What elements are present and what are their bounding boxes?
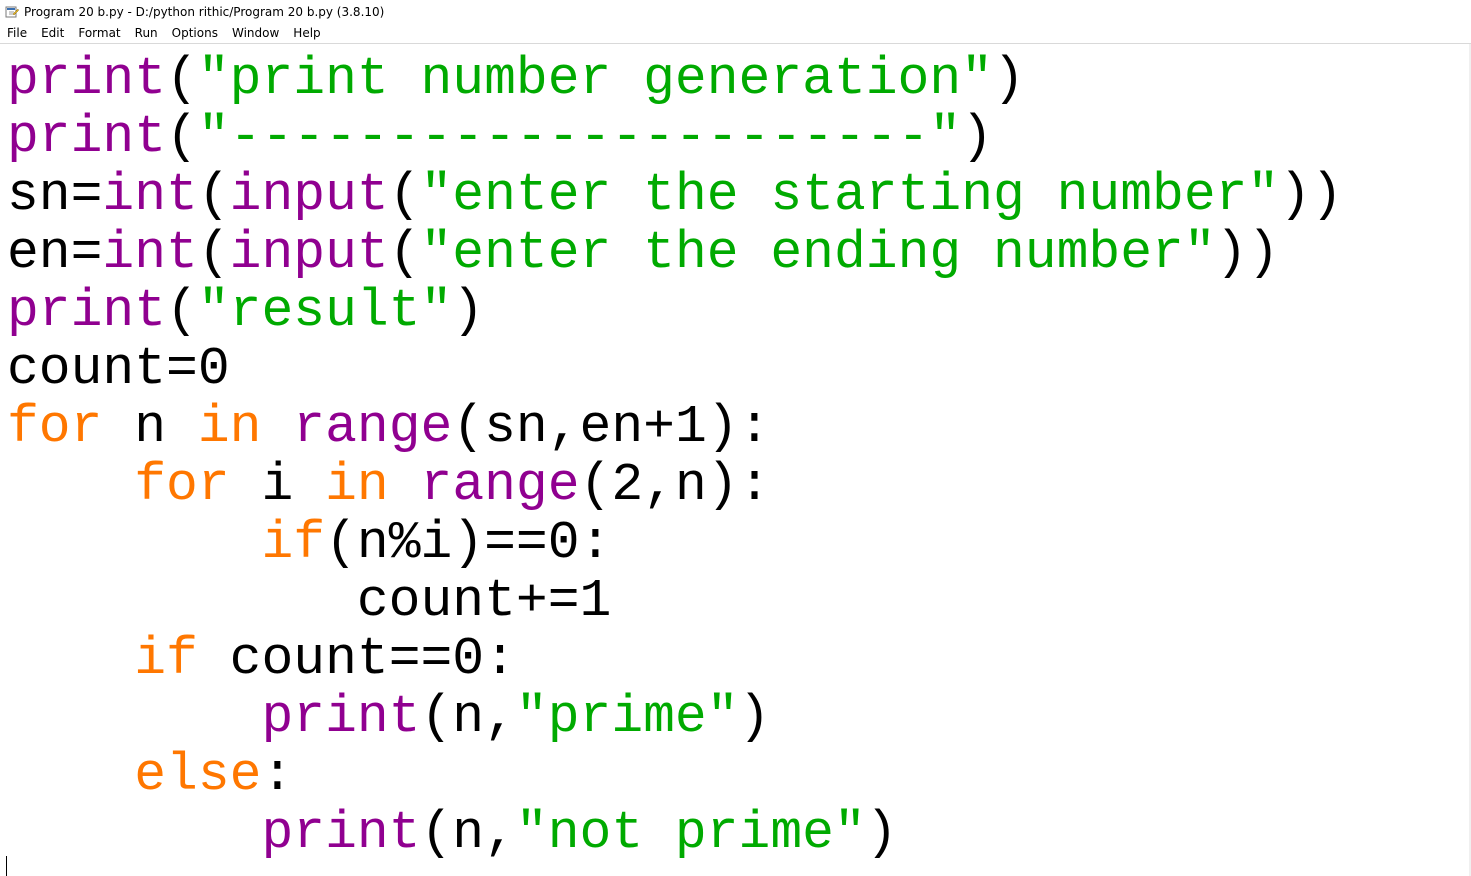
code-token-keyword: if	[261, 513, 326, 573]
code-token-default: (	[388, 223, 421, 283]
code-line[interactable]: count=0	[7, 340, 1343, 398]
code-token-keyword: for	[134, 455, 230, 515]
code-token-builtin: range	[293, 397, 453, 457]
code-text[interactable]: print("print number generation") print("-…	[7, 50, 1343, 862]
code-token-default: en=	[7, 223, 103, 283]
code-token-string: "print number generation"	[197, 49, 993, 109]
code-token-default: (	[388, 165, 421, 225]
window-title: Program 20 b.py - D:/python rithic/Progr…	[24, 4, 385, 19]
code-token-builtin: print	[261, 687, 421, 747]
code-token-builtin: int	[102, 223, 198, 283]
code-token-builtin: print	[7, 107, 167, 167]
code-token-keyword: in	[197, 397, 262, 457]
code-editor[interactable]: print("print number generation") print("-…	[0, 44, 1471, 876]
code-token-default: )	[738, 687, 771, 747]
code-token-builtin: input	[229, 223, 389, 283]
code-token-builtin: print	[7, 49, 167, 109]
code-line[interactable]: print(n,"prime")	[7, 688, 1343, 746]
code-line[interactable]: print("print number generation")	[7, 50, 1343, 108]
code-token-keyword: else	[134, 745, 262, 805]
menu-bar: File Edit Format Run Options Window Help	[0, 23, 1471, 44]
code-token-default	[7, 803, 261, 863]
code-line[interactable]: for n in range(sn,en+1):	[7, 398, 1343, 456]
code-line[interactable]: for i in range(2,n):	[7, 456, 1343, 514]
code-token-default	[261, 397, 293, 457]
code-token-default: (	[166, 281, 198, 341]
title-bar: Program 20 b.py - D:/python rithic/Progr…	[0, 0, 1471, 23]
menu-run[interactable]: Run	[128, 23, 165, 43]
code-token-default: (sn,en+1):	[452, 397, 771, 457]
code-token-default	[7, 455, 134, 515]
code-token-default	[7, 629, 134, 689]
code-token-default: (	[197, 165, 230, 225]
code-token-default	[7, 513, 261, 573]
code-token-builtin: print	[261, 803, 421, 863]
code-token-default: (n,	[420, 687, 516, 747]
code-token-default: n	[102, 397, 198, 457]
code-token-default: (	[166, 107, 198, 167]
code-token-default	[7, 687, 261, 747]
code-token-keyword: in	[325, 455, 389, 515]
code-token-default: i	[229, 455, 326, 515]
menu-edit[interactable]: Edit	[34, 23, 71, 43]
code-line[interactable]: print(n,"not prime")	[7, 804, 1343, 862]
code-token-default: ))	[1279, 165, 1343, 225]
code-line[interactable]: else:	[7, 746, 1343, 804]
code-token-default: (	[197, 223, 230, 283]
code-token-string: "----------------------"	[197, 107, 962, 167]
idle-editor-window: Program 20 b.py - D:/python rithic/Progr…	[0, 0, 1471, 876]
code-token-default	[389, 455, 421, 515]
code-token-default: (n%i)==0:	[325, 513, 612, 573]
text-cursor	[6, 856, 7, 876]
menu-file[interactable]: File	[0, 23, 34, 43]
code-token-keyword: if	[134, 629, 198, 689]
code-token-default: sn=	[7, 165, 103, 225]
code-token-default: )	[452, 281, 485, 341]
menu-format[interactable]: Format	[71, 23, 127, 43]
code-line[interactable]: if(n%i)==0:	[7, 514, 1343, 572]
code-token-default: count+=1	[7, 571, 612, 631]
code-token-default: (2,n):	[579, 455, 771, 515]
code-token-builtin: int	[102, 165, 198, 225]
code-token-builtin: print	[7, 281, 167, 341]
code-token-keyword: for	[7, 397, 103, 457]
code-token-string: "result"	[197, 281, 453, 341]
code-token-default: )	[865, 803, 898, 863]
code-token-default: ))	[1215, 223, 1280, 283]
code-token-string: "not prime"	[515, 803, 866, 863]
code-token-string: "enter the ending number"	[420, 223, 1216, 283]
code-line[interactable]: print("result")	[7, 282, 1343, 340]
menu-window[interactable]: Window	[225, 23, 286, 43]
code-token-default: )	[992, 49, 1025, 109]
code-line[interactable]: if count==0:	[7, 630, 1343, 688]
code-line[interactable]: en=int(input("enter the ending number"))	[7, 224, 1343, 282]
code-line[interactable]: count+=1	[7, 572, 1343, 630]
code-token-default: :	[261, 745, 294, 805]
code-token-default: count==0:	[197, 629, 516, 689]
menu-help[interactable]: Help	[286, 23, 327, 43]
code-line[interactable]: sn=int(input("enter the starting number"…	[7, 166, 1343, 224]
code-line[interactable]: print("----------------------")	[7, 108, 1343, 166]
code-token-string: "enter the starting number"	[420, 165, 1280, 225]
code-token-default: (n,	[420, 803, 516, 863]
python-idle-icon	[5, 5, 19, 19]
code-token-default: (	[166, 49, 198, 109]
code-token-default: count=0	[7, 339, 230, 399]
menu-options[interactable]: Options	[165, 23, 225, 43]
code-token-builtin: input	[229, 165, 389, 225]
code-token-default	[7, 745, 134, 805]
code-token-string: "prime"	[515, 687, 739, 747]
code-token-default: )	[961, 107, 993, 167]
code-token-builtin: range	[420, 455, 580, 515]
